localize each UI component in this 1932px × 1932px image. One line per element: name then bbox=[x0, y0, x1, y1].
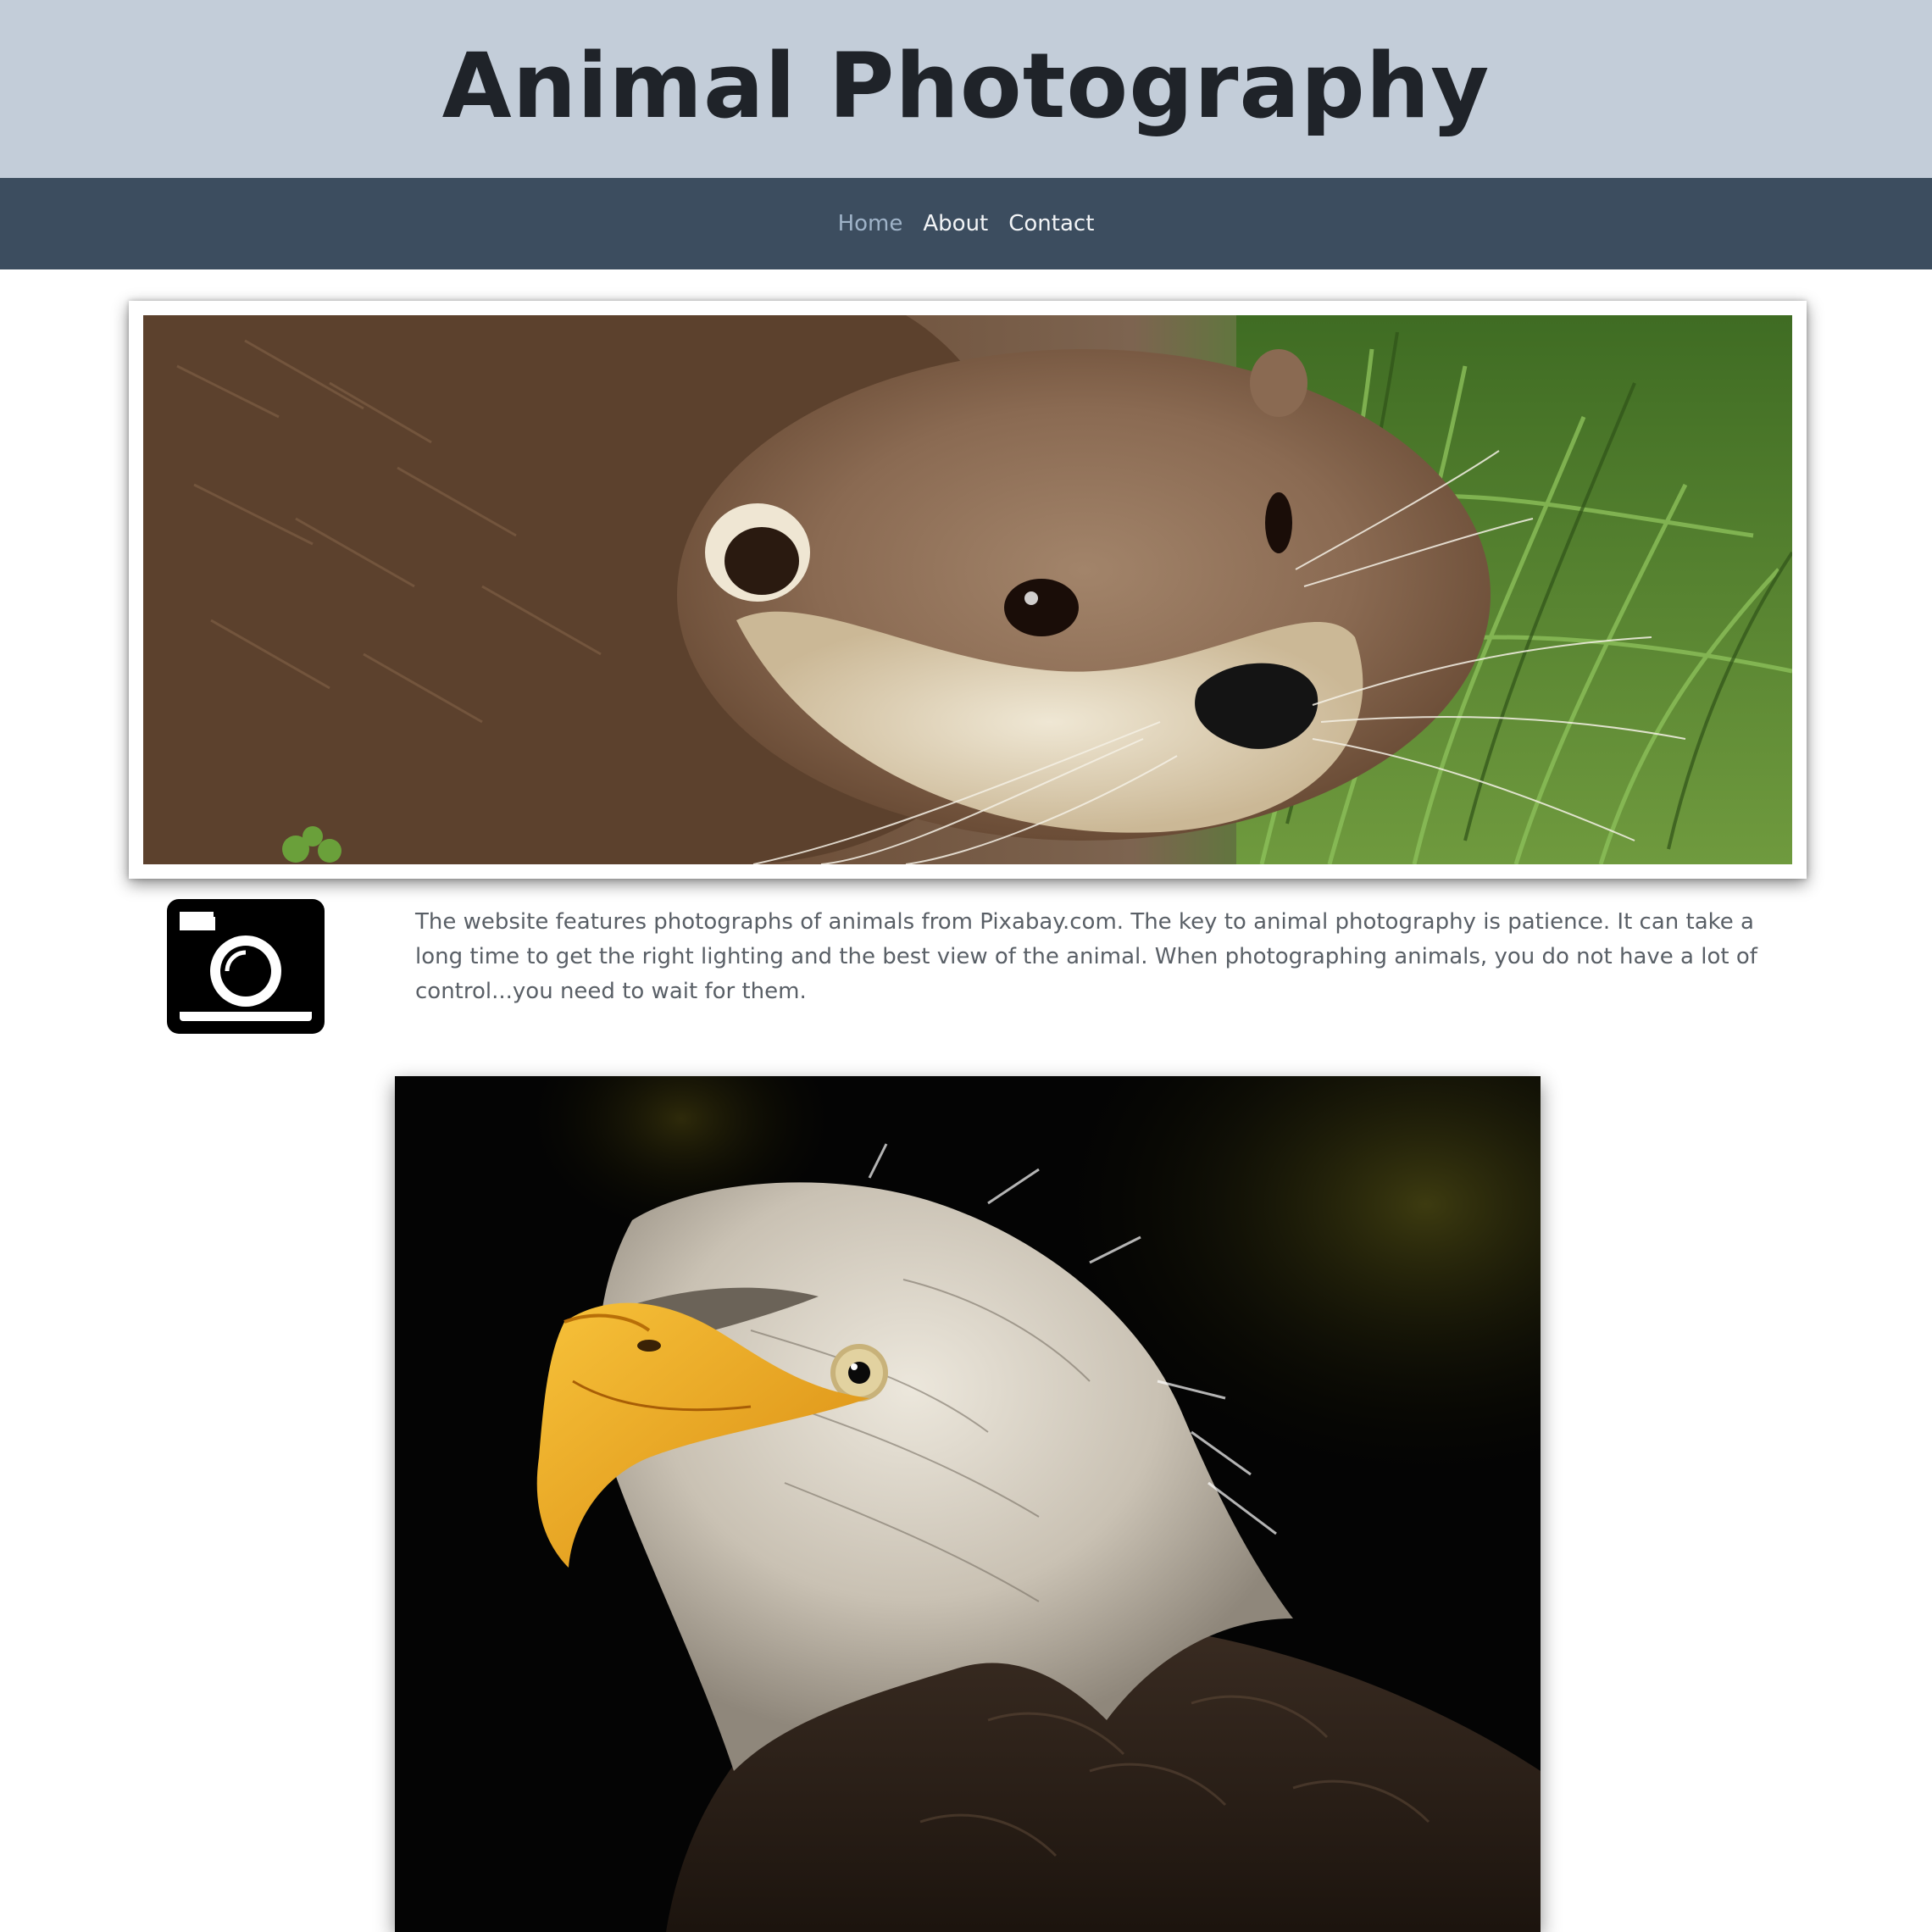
site-header: Animal Photography bbox=[0, 0, 1932, 178]
intro-paragraph: The website features photographs of anim… bbox=[415, 909, 1757, 1004]
nav-link-about[interactable]: About bbox=[923, 211, 988, 236]
camera-icon bbox=[167, 899, 325, 1034]
main-nav: Home About Contact bbox=[0, 178, 1932, 269]
page-title: Animal Photography bbox=[441, 34, 1491, 138]
eagle-photo-frame bbox=[395, 1076, 1541, 1932]
nav-link-home[interactable]: Home bbox=[838, 211, 903, 236]
nav-link-contact[interactable]: Contact bbox=[1008, 211, 1094, 236]
eagle-photo bbox=[395, 1076, 1541, 1932]
otter-photo-frame bbox=[129, 301, 1807, 879]
otter-photo bbox=[143, 315, 1792, 864]
